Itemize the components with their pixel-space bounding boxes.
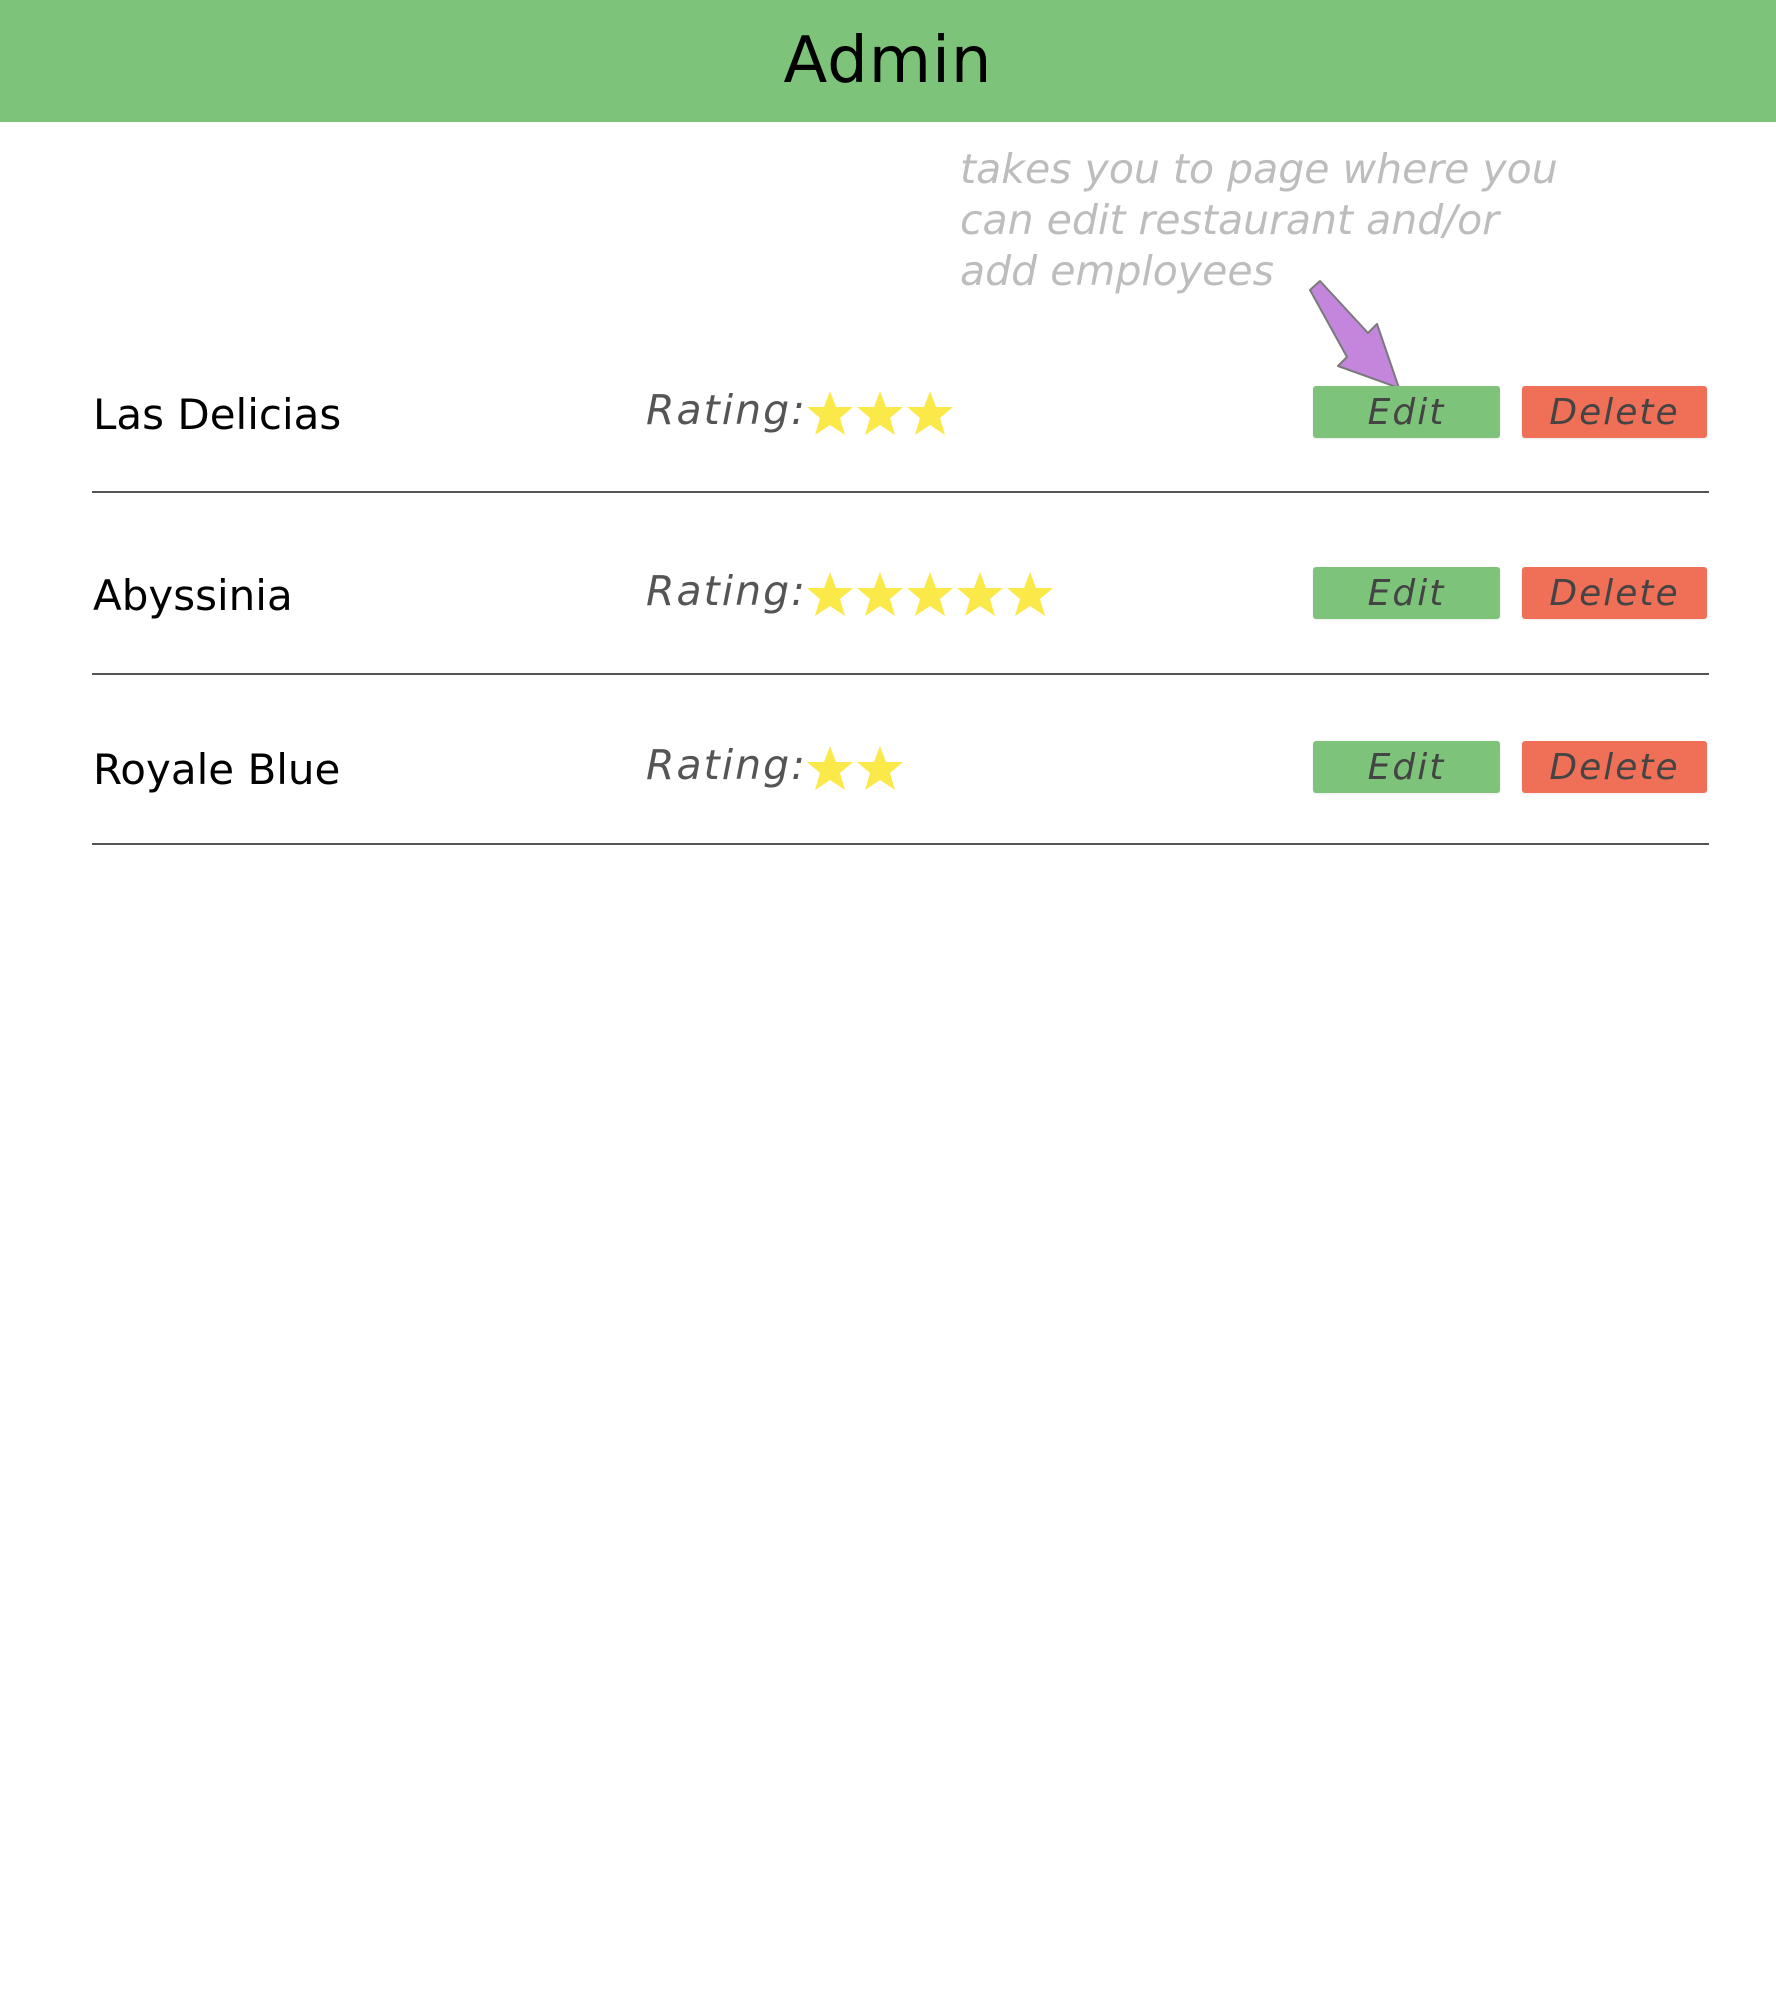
edit-annotation-note: takes you to page where you can edit res… xyxy=(960,145,1558,295)
restaurant-row: Abyssinia Rating: Edit Delete xyxy=(0,537,1776,717)
star-icon xyxy=(857,391,903,435)
edit-button[interactable]: Edit xyxy=(1313,386,1500,438)
restaurant-row: Royale Blue Rating: Edit Delete xyxy=(0,711,1776,891)
star-rating xyxy=(806,745,904,791)
rating-label: Rating: xyxy=(646,386,807,434)
row-divider xyxy=(92,491,1709,493)
delete-button[interactable]: Delete xyxy=(1522,567,1707,619)
star-icon xyxy=(807,572,853,616)
star-rating xyxy=(806,571,1054,617)
delete-button[interactable]: Delete xyxy=(1522,741,1707,793)
rating-label: Rating: xyxy=(646,567,807,615)
restaurant-name: Royale Blue xyxy=(93,745,341,794)
row-divider xyxy=(92,673,1709,675)
restaurant-name: Abyssinia xyxy=(93,571,293,620)
star-rating xyxy=(806,390,954,436)
delete-button[interactable]: Delete xyxy=(1522,386,1707,438)
rating-label: Rating: xyxy=(646,741,807,789)
star-icon xyxy=(957,572,1003,616)
header-bar: Admin xyxy=(0,0,1776,122)
star-icon xyxy=(1007,572,1053,616)
star-icon xyxy=(907,572,953,616)
edit-button[interactable]: Edit xyxy=(1313,741,1500,793)
row-divider xyxy=(92,843,1709,845)
restaurant-name: Las Delicias xyxy=(93,390,342,439)
star-icon xyxy=(857,572,903,616)
edit-button[interactable]: Edit xyxy=(1313,567,1500,619)
star-icon xyxy=(907,391,953,435)
star-icon xyxy=(807,391,853,435)
restaurant-row: Las Delicias Rating: Edit Delete xyxy=(0,356,1776,536)
star-icon xyxy=(857,746,903,790)
page-title: Admin xyxy=(783,24,993,98)
star-icon xyxy=(807,746,853,790)
